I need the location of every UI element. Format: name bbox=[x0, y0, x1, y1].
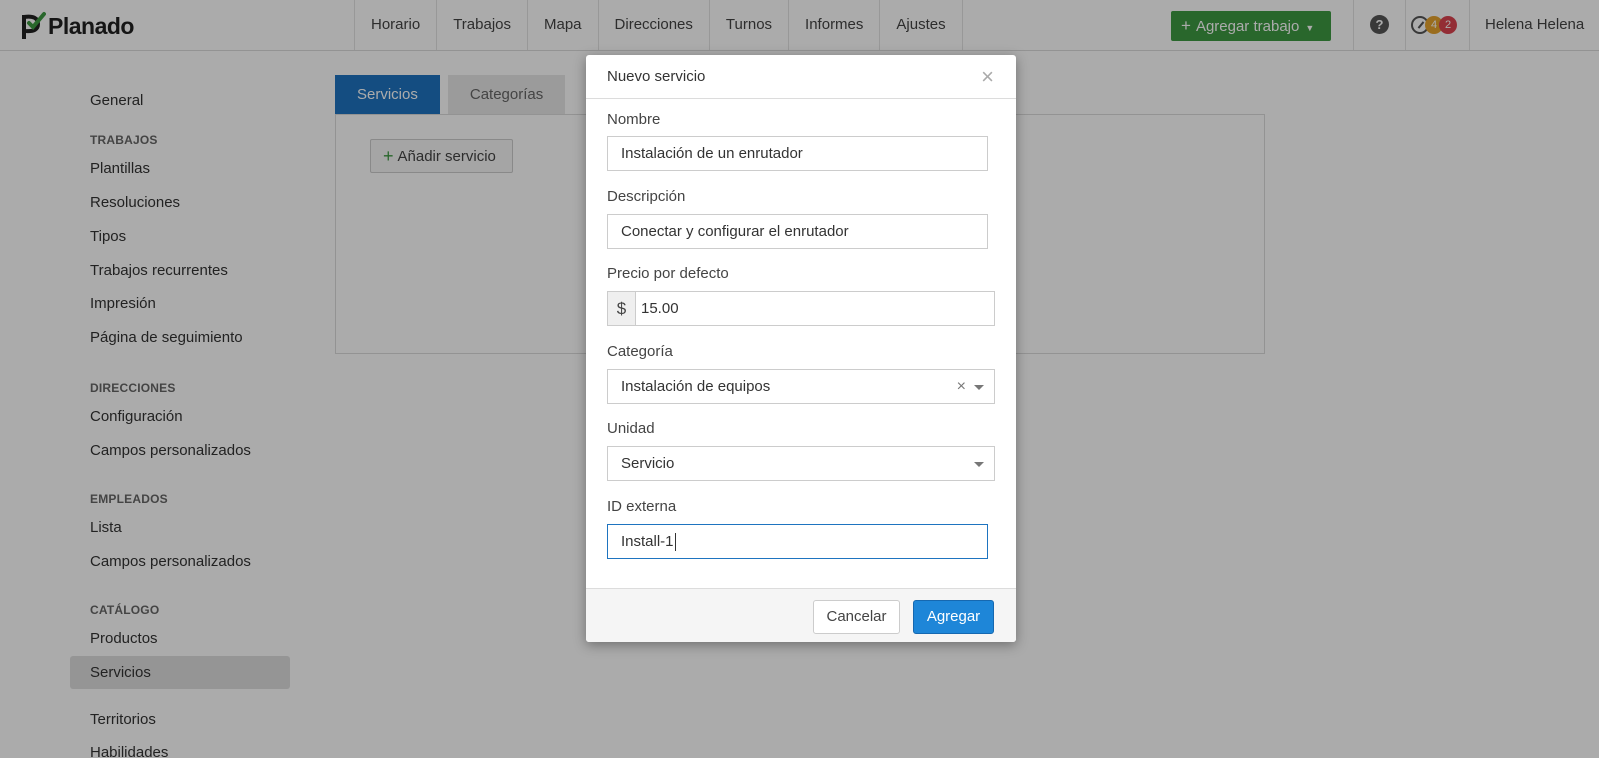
name-input[interactable]: Instalación de un enrutador bbox=[607, 136, 988, 171]
description-label: Descripción bbox=[607, 188, 686, 205]
clear-icon[interactable]: × bbox=[957, 370, 966, 403]
chevron-down-icon bbox=[974, 385, 984, 390]
currency-addon: $ bbox=[608, 292, 636, 325]
unit-select[interactable]: Servicio bbox=[607, 446, 995, 481]
text-cursor bbox=[674, 533, 676, 552]
unit-label: Unidad bbox=[607, 420, 655, 437]
category-value: Instalación de equipos bbox=[621, 378, 771, 395]
close-icon[interactable]: × bbox=[981, 55, 994, 99]
category-label: Categoría bbox=[607, 343, 673, 360]
modal-header: Nuevo servicio × bbox=[586, 55, 1016, 99]
external-id-input[interactable]: Install-1 bbox=[607, 524, 988, 559]
submit-button[interactable]: Agregar bbox=[913, 600, 994, 634]
unit-value: Servicio bbox=[621, 455, 675, 472]
price-input[interactable]: 15.00 bbox=[636, 292, 994, 325]
price-label: Precio por defecto bbox=[607, 265, 729, 282]
chevron-down-icon bbox=[974, 462, 984, 467]
external-id-label: ID externa bbox=[607, 498, 677, 515]
name-label: Nombre bbox=[607, 111, 661, 128]
cancel-button[interactable]: Cancelar bbox=[813, 600, 900, 634]
modal-title: Nuevo servicio bbox=[607, 68, 706, 85]
new-service-dialog: Nuevo servicio × Nombre Instalación de u… bbox=[586, 55, 1016, 642]
category-select[interactable]: Instalación de equipos × bbox=[607, 369, 995, 404]
description-input[interactable]: Conectar y configurar el enrutador bbox=[607, 214, 988, 249]
modal-footer: Cancelar Agregar bbox=[586, 588, 1016, 642]
price-field: $ 15.00 bbox=[607, 291, 995, 326]
external-id-value: Install-1 bbox=[621, 533, 674, 550]
